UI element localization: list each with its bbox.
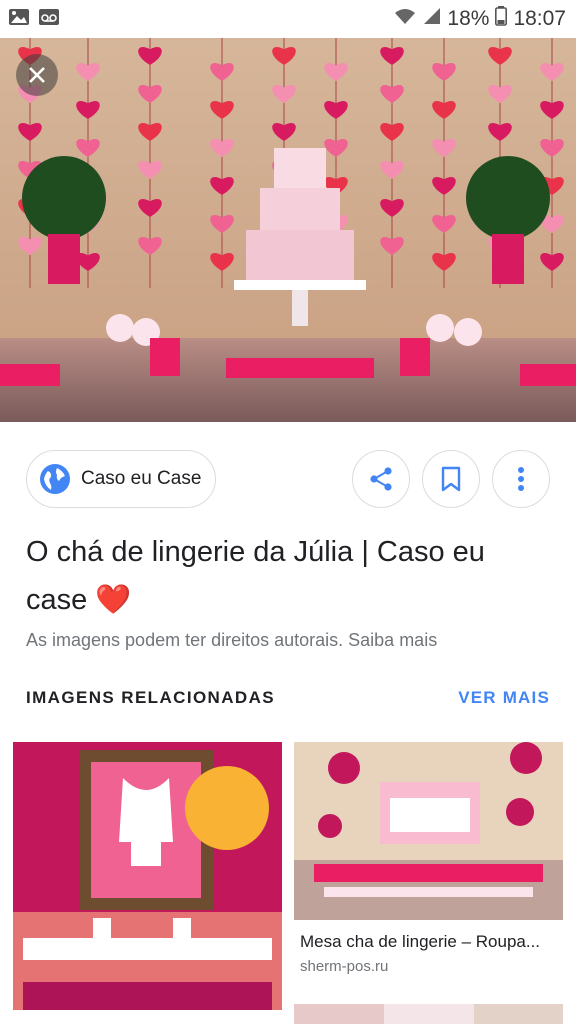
related-thumbnail-2: [294, 742, 563, 920]
related-image-1[interactable]: [13, 742, 282, 1010]
status-bar: 18% 18:07: [0, 0, 576, 38]
page-title[interactable]: O chá de lingerie da Júlia | Caso eu cas…: [26, 528, 546, 624]
voicemail-icon: [38, 8, 60, 31]
related-image-2[interactable]: Mesa cha de lingerie – Roupa... sherm-po…: [294, 742, 563, 975]
hero-picture: [0, 38, 576, 422]
share-icon: [370, 467, 392, 491]
source-chip[interactable]: Caso eu Case: [26, 450, 216, 508]
source-chip-label: Caso eu Case: [81, 468, 202, 489]
globe-icon: [40, 464, 70, 494]
wifi-icon: [393, 7, 417, 31]
related-header: IMAGENS RELACIONADAS VER MAIS: [26, 688, 550, 708]
bookmark-icon: [441, 466, 461, 492]
hero-image[interactable]: [0, 38, 576, 422]
save-button[interactable]: [422, 450, 480, 508]
close-icon: [29, 67, 45, 83]
close-button[interactable]: [16, 54, 58, 96]
clock: 18:07: [513, 7, 566, 30]
related-image-3[interactable]: [294, 1004, 563, 1024]
related-caption-2: Mesa cha de lingerie – Roupa...: [300, 932, 541, 951]
related-title: IMAGENS RELACIONADAS: [26, 688, 276, 707]
battery-icon: [495, 6, 508, 32]
related-thumbnail-3: [294, 1004, 563, 1024]
more-options-button[interactable]: [492, 450, 550, 508]
see-more-link[interactable]: VER MAIS: [458, 688, 550, 708]
share-button[interactable]: [352, 450, 410, 508]
more-vert-icon: [518, 467, 524, 491]
related-source-2: sherm-pos.ru: [300, 958, 389, 975]
battery-percent: 18%: [447, 7, 490, 30]
copyright-notice[interactable]: As imagens podem ter direitos autorais. …: [26, 630, 437, 651]
related-thumbnail-1: [13, 742, 282, 1010]
gallery-icon: [8, 8, 30, 31]
signal-icon: [423, 7, 441, 31]
